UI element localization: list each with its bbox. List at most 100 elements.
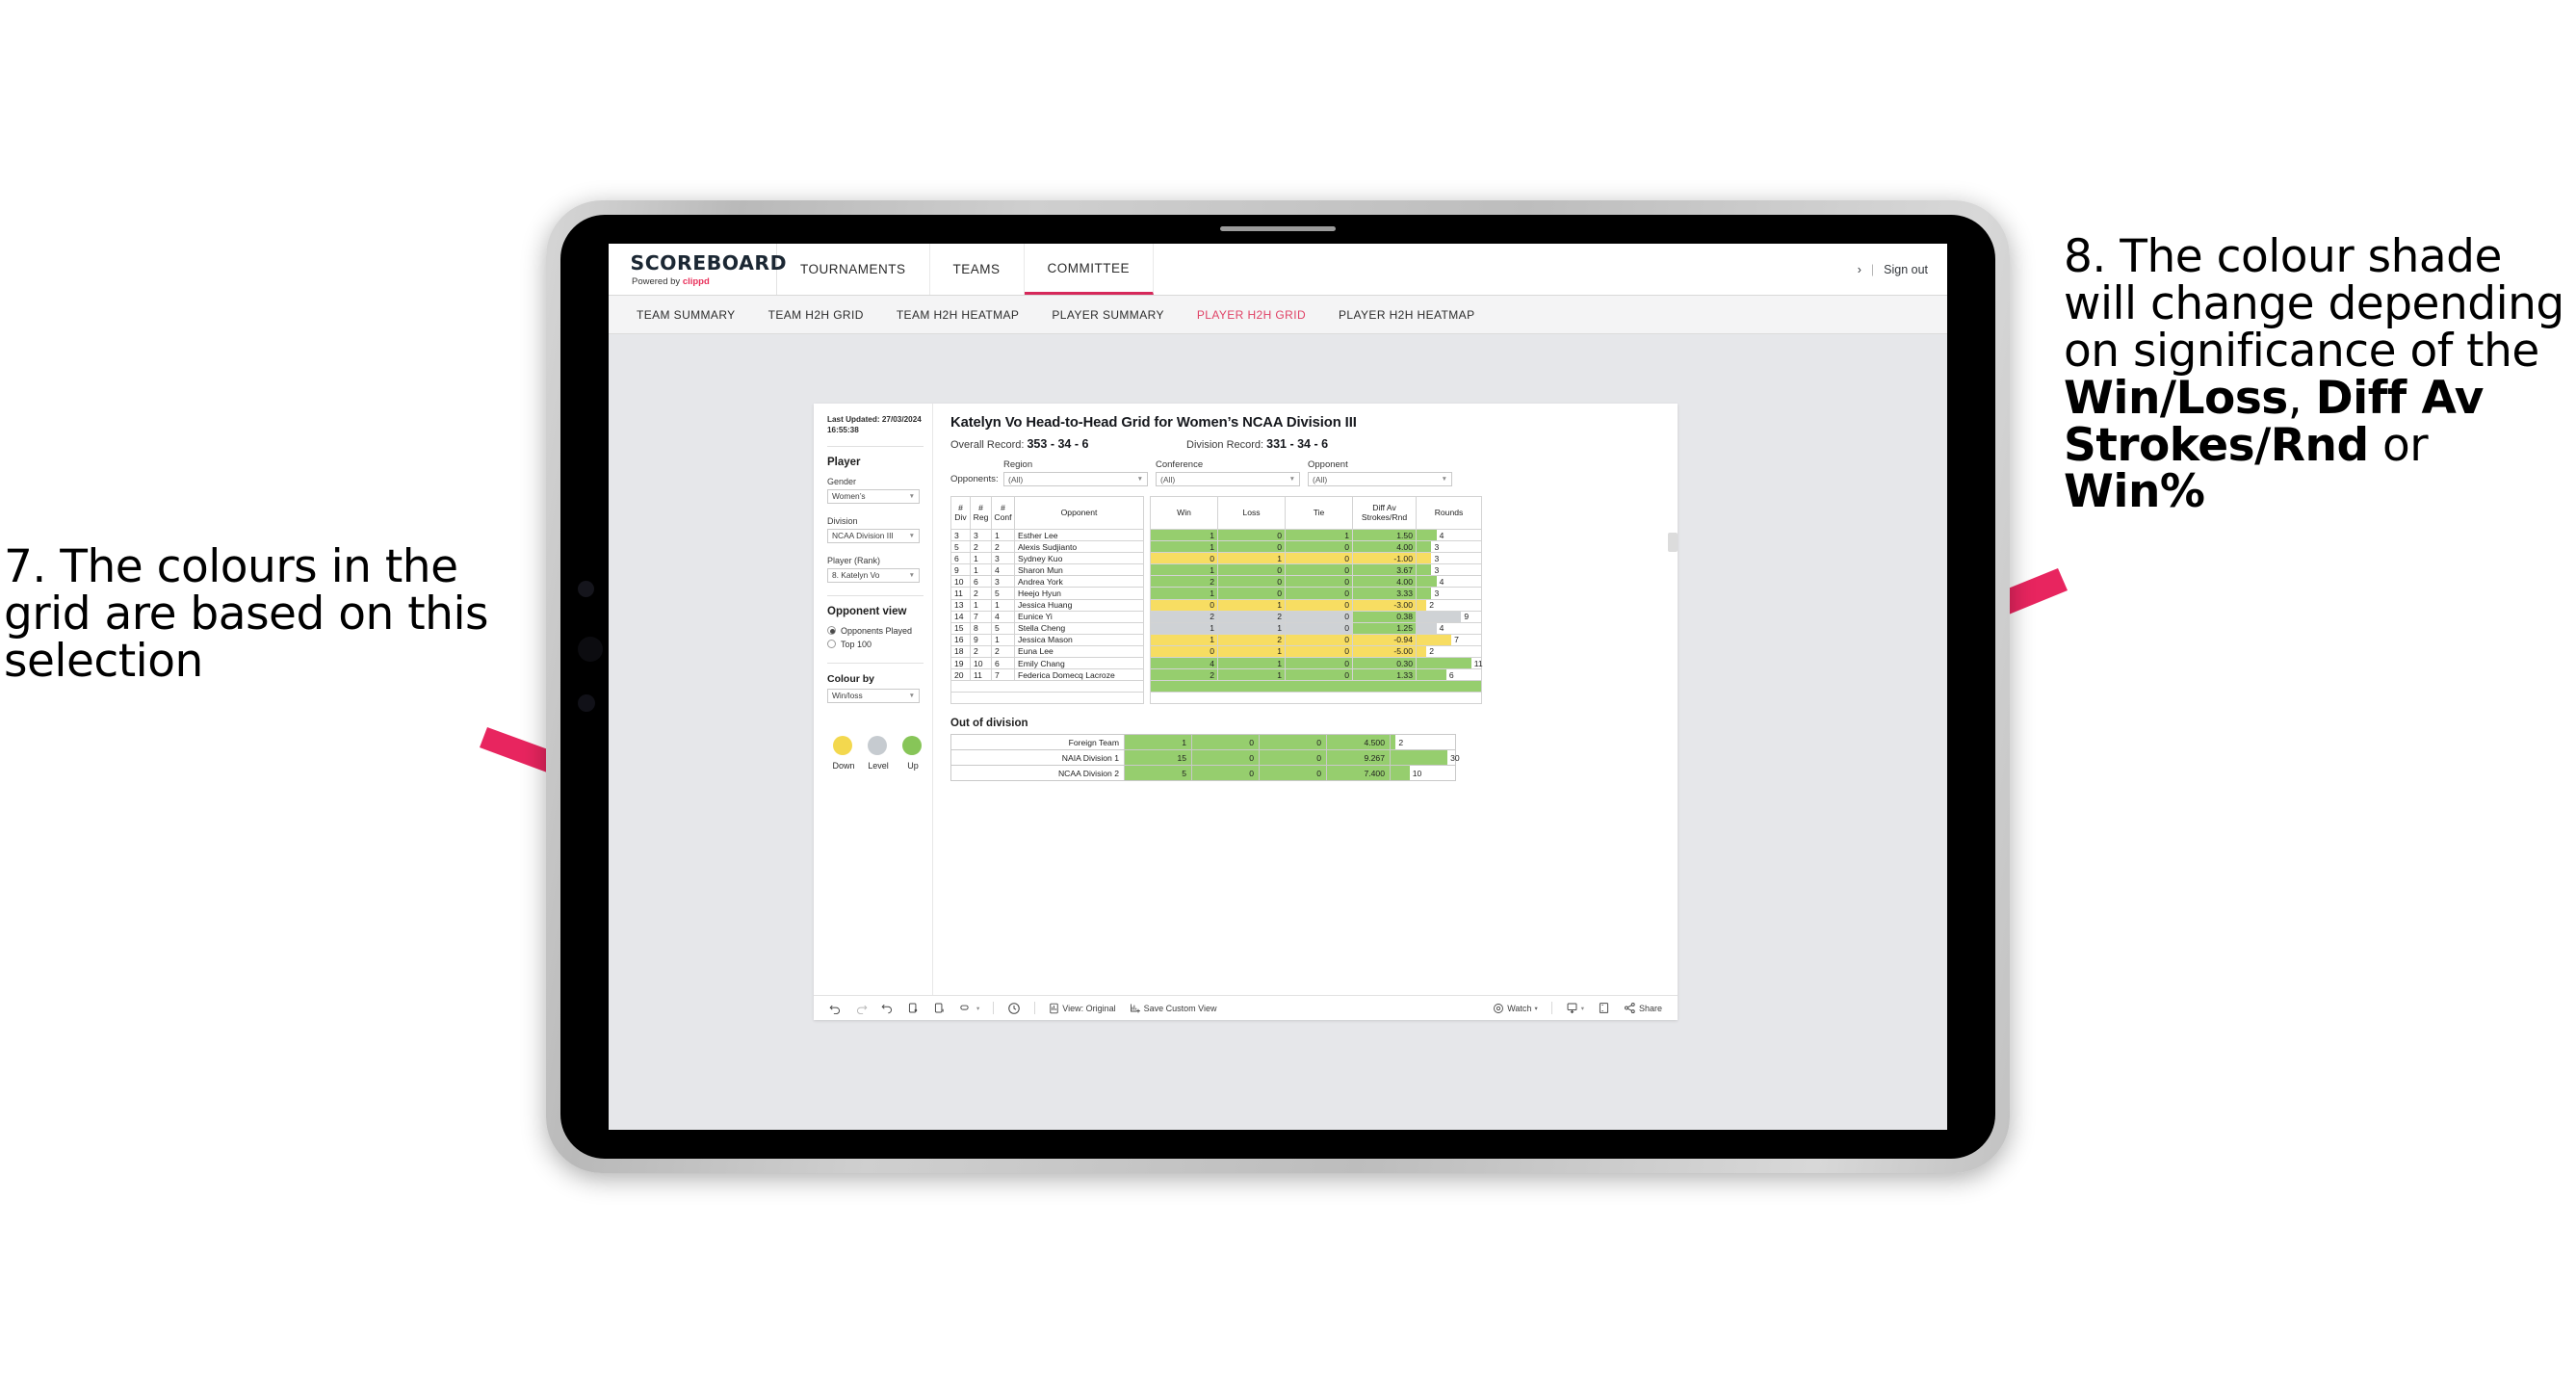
player-section-heading: Player [827, 456, 861, 468]
pause-updates-button[interactable] [927, 1002, 951, 1014]
out-of-division-row[interactable]: NCAA Division 2 5 0 0 7.400 10 [950, 765, 1456, 782]
filter-opponent-select[interactable]: (All) ▼ [1308, 472, 1452, 486]
colour-by-select[interactable]: Win/loss ▼ [827, 688, 920, 703]
player-rank-select[interactable]: 8. Katelyn Vo ▼ [827, 567, 920, 583]
division-value: NCAA Division III [832, 531, 894, 541]
refresh-data-button[interactable] [901, 1002, 925, 1014]
annotation-right: 8. The colour shade will change dependin… [2064, 233, 2574, 516]
nav-committee[interactable]: COMMITTEE [1024, 244, 1155, 295]
watch-button[interactable]: Watch ▾ [1487, 1003, 1543, 1014]
revert-button[interactable] [875, 1002, 899, 1014]
cell-diff: 1.33 [1352, 668, 1417, 682]
download-button[interactable]: ▾ [1560, 1002, 1590, 1014]
filter-region-select[interactable]: (All) ▼ [1003, 472, 1148, 486]
division-select[interactable]: NCAA Division III ▼ [827, 528, 920, 543]
filter-opponent-value: (All) [1313, 474, 1328, 484]
signout-link[interactable]: Sign out [1884, 263, 1928, 276]
view-original-button[interactable]: View: Original [1043, 1003, 1121, 1014]
rounds-value: 4 [1439, 576, 1444, 587]
cell-reg: 10 [970, 657, 992, 670]
cell-group-name: NCAA Division 2 [950, 765, 1125, 782]
out-of-division-row[interactable]: NAIA Division 1 15 0 0 9.267 30 [950, 749, 1460, 767]
cell-diff: 1.25 [1352, 621, 1417, 635]
cell-opponent: Euna Lee [1014, 644, 1144, 659]
out-of-division-row[interactable]: Foreign Team 1 0 0 4.500 2 [950, 734, 1456, 751]
cell-win: 4 [1150, 657, 1218, 670]
cell-loss: 0 [1217, 540, 1286, 554]
highlight-button[interactable]: ▾ [953, 1002, 985, 1014]
col-reg: # Reg [970, 496, 992, 530]
undo-button[interactable] [823, 1002, 847, 1014]
cell-conf: 7 [991, 668, 1015, 682]
table-row[interactable]: 16 9 1 Jessica Mason 1 2 0 -0.94 7 [950, 633, 1482, 646]
cell-tie: 0 [1259, 734, 1327, 751]
table-row[interactable]: 19 10 6 Emily Chang 4 1 0 0.30 11 [950, 657, 1483, 670]
opponents-label: Opponents: [950, 474, 999, 484]
table-row[interactable]: 6 1 3 Sydney Kuo 0 1 0 -1.00 3 [950, 552, 1482, 565]
vertical-scrollbar-thumb[interactable] [1668, 533, 1678, 552]
nav-teams[interactable]: TEAMS [930, 244, 1025, 295]
cell-opponent: Emily Chang [1014, 657, 1144, 670]
col-rounds: Rounds [1416, 496, 1482, 530]
cell-win: 0 [1150, 598, 1218, 612]
col-div: # Div [950, 496, 971, 530]
chevron-down-icon: ▾ [976, 1005, 980, 1012]
save-custom-view-button[interactable]: Save Custom View [1124, 1003, 1223, 1014]
cell-conf: 2 [991, 540, 1015, 554]
table-row[interactable]: 13 1 1 Jessica Huang 0 1 0 -3.00 2 [950, 598, 1482, 612]
rounds-value: 6 [1448, 669, 1454, 680]
chevron-right-icon[interactable]: › [1858, 263, 1861, 276]
nav-tournaments[interactable]: TOURNAMENTS [777, 244, 930, 295]
cell-div: 18 [950, 644, 971, 659]
dashboard-body: Last Updated: 27/03/2024 16:55:38 Player… [814, 404, 1678, 995]
fullscreen-button[interactable] [1592, 1002, 1616, 1014]
cell-gap [1144, 530, 1151, 541]
history-button[interactable] [1002, 1002, 1027, 1015]
table-row[interactable]: 20 11 7 Federica Domecq Lacroze 2 1 0 1.33 6 [950, 668, 1482, 682]
rounds-value: 3 [1434, 588, 1440, 599]
cell-opponent: Sydney Kuo [1014, 552, 1144, 565]
cell-conf: 3 [991, 552, 1015, 565]
legend-label-level: Level [868, 760, 889, 771]
cell-gap [1144, 576, 1151, 588]
table-row-partial [950, 680, 1482, 693]
radio-opponents-played[interactable]: Opponents Played [827, 626, 932, 636]
table-row[interactable]: 3 3 1 Esther Lee 1 0 1 1.50 4 [950, 528, 1482, 542]
cell-rounds: 3 [1416, 540, 1482, 554]
cell-reg: 11 [970, 668, 992, 682]
page-title: Katelyn Vo Head-to-Head Grid for Women’s… [950, 415, 1357, 431]
gender-select[interactable]: Women’s ▼ [827, 488, 920, 504]
cell-win: 1 [1150, 563, 1218, 577]
table-row[interactable]: 15 8 5 Stella Cheng 1 1 0 1.25 4 [950, 621, 1482, 635]
redo-button[interactable] [849, 1002, 873, 1014]
table-row[interactable]: 14 7 4 Eunice Yi 2 2 0 0.38 9 [950, 610, 1482, 623]
tab-team-h2h-grid[interactable]: TEAM H2H GRID [752, 308, 880, 322]
chevron-down-icon: ▾ [1580, 1005, 1584, 1012]
cell-diff: 7.400 [1326, 765, 1391, 782]
cell-opponent: Andrea York [1014, 575, 1144, 588]
col-tie: Tie [1285, 496, 1353, 530]
table-row[interactable]: 10 6 3 Andrea York 2 0 0 4.00 4 [950, 575, 1482, 588]
tab-team-h2h-heatmap[interactable]: TEAM H2H HEATMAP [880, 308, 1036, 322]
share-button[interactable]: Share [1618, 1002, 1668, 1014]
table-row[interactable]: 9 1 4 Sharon Mun 1 0 0 3.67 3 [950, 563, 1482, 577]
cell-tie: 0 [1285, 644, 1353, 659]
cell-opponent: Jessica Mason [1014, 633, 1144, 646]
table-row[interactable]: 11 2 5 Heejo Hyun 1 0 0 3.33 3 [950, 587, 1482, 600]
chevron-down-icon: ▼ [1441, 476, 1447, 483]
tab-team-summary[interactable]: TEAM SUMMARY [620, 308, 752, 322]
cell-tie: 0 [1259, 765, 1327, 782]
tab-player-h2h-grid[interactable]: PLAYER H2H GRID [1181, 308, 1322, 322]
tab-player-summary[interactable]: PLAYER SUMMARY [1035, 308, 1181, 322]
save-custom-view-label: Save Custom View [1143, 1003, 1217, 1013]
filters-sidebar: Last Updated: 27/03/2024 16:55:38 Player… [814, 404, 933, 995]
rounds-value: 2 [1429, 600, 1435, 611]
filter-conference-select[interactable]: (All) ▼ [1156, 472, 1300, 486]
radio-top-100[interactable]: Top 100 [827, 640, 932, 649]
rounds-value: 3 [1434, 564, 1440, 575]
cell-tie: 0 [1285, 540, 1353, 554]
table-row[interactable]: 5 2 2 Alexis Sudjianto 1 0 0 4.00 3 [950, 540, 1482, 554]
table-row[interactable]: 18 2 2 Euna Lee 0 1 0 -5.00 2 [950, 644, 1482, 659]
cell-rounds: 4 [1416, 528, 1482, 542]
tab-player-h2h-heatmap[interactable]: PLAYER H2H HEATMAP [1322, 308, 1491, 322]
